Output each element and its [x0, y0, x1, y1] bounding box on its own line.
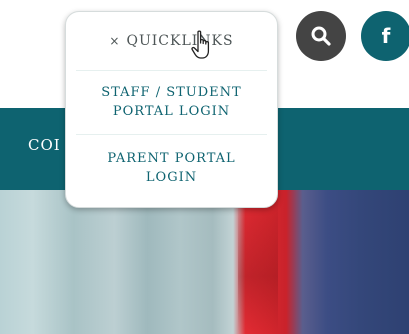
hand-pointer-icon: [191, 30, 210, 59]
staff-student-portal-login-link[interactable]: STAFF / STUDENT PORTAL LOGIN: [66, 83, 277, 121]
hero-image: [0, 190, 409, 334]
search-icon: [311, 26, 331, 46]
divider: [76, 134, 267, 135]
facebook-button[interactable]: f: [361, 11, 409, 61]
quicklinks-toggle[interactable]: × QUICKLINKS: [66, 12, 277, 70]
search-button[interactable]: [296, 11, 346, 61]
quicklinks-dropdown: × QUICKLINKS STAFF / STUDENT PORTAL LOGI…: [65, 11, 278, 208]
link-line: PARENT PORTAL: [107, 151, 236, 166]
parent-portal-login-link[interactable]: PARENT PORTAL LOGIN: [66, 149, 277, 187]
quicklinks-title: QUICKLINKS: [126, 33, 234, 49]
hero-flag-shade: [238, 190, 278, 334]
facebook-icon: f: [381, 24, 391, 48]
link-line: PORTAL LOGIN: [112, 104, 231, 119]
close-icon[interactable]: ×: [109, 34, 120, 48]
link-line: STAFF / STUDENT: [101, 85, 242, 100]
link-line: LOGIN: [145, 170, 198, 185]
nav-item-partial[interactable]: COI: [28, 136, 61, 154]
divider: [76, 70, 267, 71]
